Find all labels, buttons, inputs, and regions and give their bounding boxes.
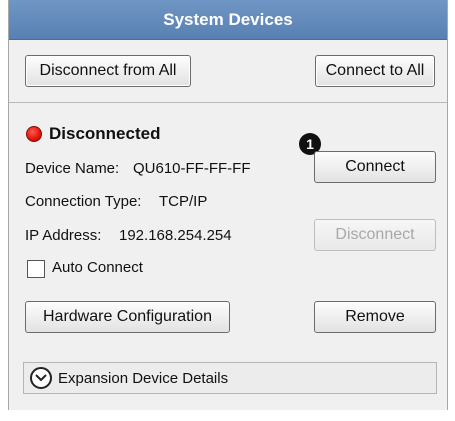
connection-status: Disconnected: [49, 124, 161, 143]
section-divider: [9, 102, 447, 103]
expansion-device-details-toggle[interactable]: Expansion Device Details: [23, 362, 437, 394]
connection-type-label: Connection Type:: [25, 193, 142, 210]
device-name-label: Device Name:: [25, 160, 120, 177]
system-devices-panel: System Devices Disconnect from All Conne…: [8, 0, 448, 410]
expansion-device-details-label: Expansion Device Details: [58, 369, 229, 387]
ip-address-value: 192.168.254.254: [119, 227, 232, 244]
disconnect-from-all-button[interactable]: Disconnect from All: [25, 55, 191, 87]
auto-connect-label: Auto Connect: [52, 259, 143, 276]
remove-button[interactable]: Remove: [314, 301, 436, 333]
hardware-configuration-button[interactable]: Hardware Configuration: [25, 301, 230, 333]
connection-type-value: TCP/IP: [159, 193, 208, 210]
device-name-value: QU610-FF-FF-FF: [133, 160, 251, 177]
panel-title: System Devices: [9, 0, 447, 40]
connect-to-all-button[interactable]: Connect to All: [315, 55, 435, 87]
connect-button[interactable]: Connect: [314, 151, 436, 183]
status-indicator-icon: [26, 126, 42, 142]
disconnect-button[interactable]: Disconnect: [314, 219, 436, 251]
auto-connect-checkbox[interactable]: [27, 260, 45, 278]
ip-address-label: IP Address:: [25, 227, 102, 244]
chevron-down-icon: [30, 367, 52, 389]
